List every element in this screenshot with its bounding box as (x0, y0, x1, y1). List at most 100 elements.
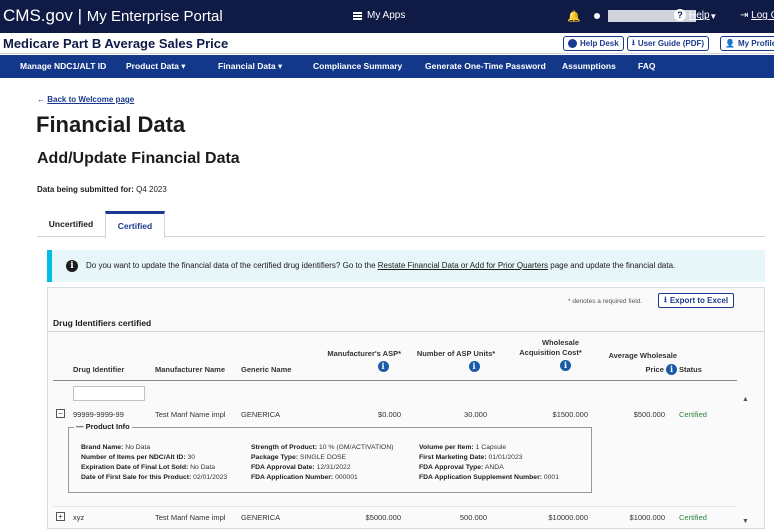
col-wac[interactable]: Wholesale Acquisition Cost* i (513, 338, 588, 371)
nav-financial-data[interactable]: Financial Data ▾ (218, 61, 282, 72)
tab-bar: Uncertified Certified (37, 211, 765, 238)
col-awp-line2: Price (645, 365, 664, 374)
logout-label: Log O (751, 10, 774, 21)
submission-label: Data being submitted for: (37, 185, 134, 194)
row2-drug-identifier: xyz (73, 513, 85, 522)
arrow-left-icon: ← (37, 95, 45, 104)
nav-generate-otp[interactable]: Generate One-Time Password (425, 61, 546, 71)
row2-manufacturer-name: Test Manf Name impl (155, 513, 226, 522)
row1-wac: $1500.000 (552, 410, 588, 419)
drug-table-panel: * denotes a required field. ⭳ Export to … (47, 287, 765, 529)
my-apps-button[interactable]: My Apps (353, 10, 405, 21)
submission-value: Q4 2023 (136, 185, 167, 194)
col-awp[interactable]: Average Wholesale Price i (597, 351, 677, 375)
col-generic-name[interactable]: Generic Name (241, 365, 291, 375)
col-manufacturer-name[interactable]: Manufacturer Name (155, 365, 225, 375)
product-strength: Strength of Product: 10 % (GM/ACTIVATION… (251, 444, 394, 451)
col-asp-units-label: Number of ASP Units* (416, 349, 496, 358)
col-drug-identifier[interactable]: Drug Identifier (73, 365, 124, 375)
tab-certified[interactable]: Certified (105, 211, 165, 238)
main-nav: Manage NDC1/ALT ID Product Data ▾ Financ… (0, 55, 774, 78)
table-section-title: Drug Identifiers certified (53, 318, 152, 328)
brand-name: Brand Name: No Data (81, 444, 151, 451)
my-profile-label: My Profile (737, 39, 774, 48)
portal-brand[interactable]: CMS.gov | My Enterprise Portal (3, 6, 223, 27)
nav-faq[interactable]: FAQ (638, 61, 655, 71)
row2-generic-name: GENERICA (241, 513, 281, 522)
scroll-up-icon[interactable]: ▲ (742, 396, 749, 403)
fda-approval-type: FDA Approval Type: ANDA (419, 464, 504, 471)
help-desk-label: Help Desk (580, 39, 619, 48)
col-wac-line1: Wholesale (541, 338, 580, 347)
profile-icon: 👤 (725, 39, 735, 48)
info-icon[interactable]: i (468, 361, 480, 372)
first-marketing-date: First Marketing Date: 01/01/2023 (419, 454, 523, 461)
row2-asp: $5000.000 (365, 513, 401, 522)
portal-name: My Enterprise Portal (86, 8, 223, 25)
cms-logo-text: CMS.gov (3, 6, 73, 25)
menu-icon (353, 11, 362, 20)
row2-status: Certified (679, 513, 707, 522)
row1-generic-name: GENERICA (241, 410, 281, 419)
tab-uncertified[interactable]: Uncertified (37, 211, 105, 237)
row2-units: 500.000 (459, 513, 487, 522)
col-status[interactable]: Status (679, 365, 702, 375)
row1-units: 30.000 (464, 410, 487, 419)
download-icon: ⭳ (664, 294, 667, 304)
app-title: Medicare Part B Average Sales Price (3, 36, 229, 51)
row1-drug-identifier: 99999-9999-99 (73, 410, 124, 419)
row2-awp: $1000.000 (629, 513, 665, 522)
restate-link[interactable]: Restate Financial Data or Add for Prior … (378, 261, 548, 270)
fda-approval-date: FDA Approval Date: 12/31/2022 (251, 464, 351, 471)
help-link[interactable]: ? Help (674, 9, 710, 21)
expand-row-icon[interactable]: + (56, 512, 65, 521)
col-asp-units[interactable]: Number of ASP Units* i (413, 349, 499, 372)
user-guide-label: User Guide (PDF) (637, 39, 705, 48)
nav-manage-ndc[interactable]: Manage NDC1/ALT ID (20, 61, 106, 71)
alert-text-before: Do you want to update the financial data… (86, 261, 378, 270)
user-guide-button[interactable]: ⭳ User Guide (PDF) (627, 36, 710, 51)
info-icon: i (66, 260, 78, 272)
export-label: Export to Excel (669, 296, 729, 305)
alert-text: Do you want to update the financial data… (86, 261, 675, 270)
package-type: Package Type: SINGLE DOSE (251, 454, 347, 461)
row-divider (53, 506, 737, 507)
help-desk-button[interactable]: Help Desk (563, 36, 624, 51)
row1-awp: $500.000 (633, 410, 665, 419)
help-desk-icon (568, 39, 577, 48)
submission-period: Data being submitted for: Q4 2023 (37, 185, 167, 194)
back-label: Back to Welcome page (47, 95, 135, 104)
app-header: Medicare Part B Average Sales Price Help… (0, 33, 774, 54)
info-icon[interactable]: i (666, 364, 677, 375)
question-icon: ? (674, 9, 686, 21)
nav-assumptions[interactable]: Assumptions (562, 61, 616, 71)
logout-icon: ⇥ (740, 10, 749, 21)
bell-icon[interactable]: 🔔 (567, 10, 581, 23)
info-icon[interactable]: i (377, 361, 389, 372)
col-manufacturer-asp[interactable]: Manufacturer's ASP* i (313, 349, 401, 372)
row2-wac: $10000.000 (548, 513, 588, 522)
required-note: * denotes a required field. (568, 298, 643, 305)
info-icon[interactable]: i (560, 360, 571, 371)
product-info-legend: — Product Info (74, 422, 132, 431)
table-scrollbar[interactable]: ▲ ▼ (738, 396, 756, 529)
collapse-row-icon[interactable]: − (56, 409, 65, 418)
export-excel-button[interactable]: ⭳ Export to Excel (658, 293, 735, 308)
drug-identifier-filter-input[interactable] (73, 386, 145, 401)
col-manufacturer-asp-label: Manufacturer's ASP* (327, 349, 401, 358)
nav-product-data[interactable]: Product Data ▾ (126, 61, 186, 72)
chevron-down-icon: ▼ (709, 11, 718, 21)
scroll-down-icon[interactable]: ▼ (742, 518, 749, 525)
volume-per-item: Volume per Item: 1 Capsule (419, 444, 507, 451)
my-profile-button[interactable]: 👤 My Profile (720, 36, 774, 51)
row1-manufacturer-name: Test Manf Name impl (155, 410, 226, 419)
divider (48, 331, 764, 332)
logout-link[interactable]: ⇥ Log O (740, 10, 774, 21)
info-alert: i Do you want to update the financial da… (47, 250, 765, 282)
product-info-box: — Product Info Brand Name: No Data Numbe… (68, 422, 592, 493)
col-awp-line1: Average Wholesale (608, 351, 678, 360)
header-divider (53, 380, 737, 381)
nav-compliance-summary[interactable]: Compliance Summary (313, 61, 402, 71)
first-sale-date: Date of First Sale for this Product: 02/… (81, 474, 228, 481)
back-link[interactable]: ← Back to Welcome page (37, 95, 134, 104)
